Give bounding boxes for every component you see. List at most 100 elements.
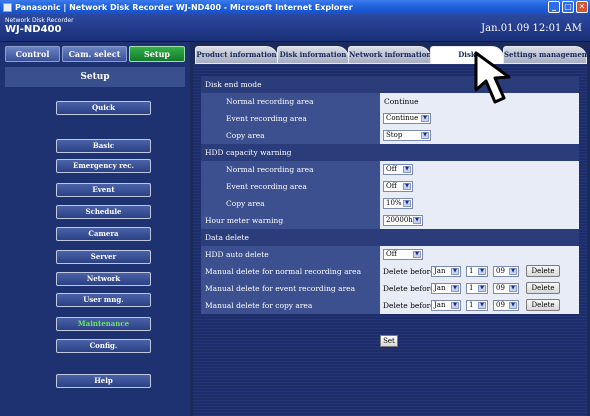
hdd-copy-select[interactable]: 10% ▼ xyxy=(383,198,413,209)
set-button[interactable]: Set xyxy=(380,335,398,347)
row-hdd-auto-delete: HDD auto delete Off ▼ xyxy=(201,246,579,263)
nav-emergency-rec-button[interactable]: Emergency rec. xyxy=(56,159,151,173)
select-value: 09 xyxy=(496,267,505,275)
value-cell: Delete before Jan ▼ 1 ▼ 09 ▼ Delete xyxy=(380,263,579,280)
value-cell: Off ▼ xyxy=(380,161,579,178)
field-label: Manual delete for copy area xyxy=(201,297,380,314)
select-value: 20000h xyxy=(386,216,413,224)
chevron-down-icon: ▼ xyxy=(509,285,517,292)
field-label: Normal recording area xyxy=(201,93,380,110)
delete-before-label: Delete before xyxy=(383,267,435,276)
main-panel: Product information Disk information Net… xyxy=(190,42,590,416)
event-area-select[interactable]: Continue ▼ xyxy=(383,113,431,124)
field-label: Manual delete for event recording area xyxy=(201,280,380,297)
tab-cam-select[interactable]: Cam. select xyxy=(62,46,127,62)
day-select[interactable]: 1 ▼ xyxy=(466,300,488,311)
month-select[interactable]: Jan ▼ xyxy=(431,266,461,277)
row-manual-copy: Manual delete for copy area Delete befor… xyxy=(201,297,579,314)
chevron-down-icon: ▼ xyxy=(421,115,429,122)
nav-camera-button[interactable]: Camera xyxy=(56,227,151,241)
day-select[interactable]: 1 ▼ xyxy=(466,283,488,294)
hdd-normal-select[interactable]: Off ▼ xyxy=(383,164,413,175)
chevron-down-icon: ▼ xyxy=(451,268,459,275)
chevron-down-icon: ▼ xyxy=(451,302,459,309)
select-value: 10% xyxy=(386,199,402,207)
row-event-area: Event recording area Continue ▼ xyxy=(201,110,579,127)
nav-basic-button[interactable]: Basic xyxy=(56,139,151,153)
chevron-down-icon: ▼ xyxy=(421,132,429,139)
tab-product-information[interactable]: Product information xyxy=(195,46,278,64)
year-select[interactable]: 09 ▼ xyxy=(493,266,519,277)
delete-event-button[interactable]: Delete xyxy=(526,282,560,294)
nav-user-mng-button[interactable]: User mng. xyxy=(56,293,151,307)
maintenance-tabs: Product information Disk information Net… xyxy=(193,46,590,66)
value-cell: 20000h ▼ xyxy=(380,212,579,229)
month-select[interactable]: Jan ▼ xyxy=(431,300,461,311)
field-label: Copy area xyxy=(201,195,380,212)
app-header: Network Disk Recorder WJ-ND400 Jan.01.09… xyxy=(0,14,590,42)
row-hdd-normal: Normal recording area Off ▼ xyxy=(201,161,579,178)
tab-disk-information[interactable]: Disk information xyxy=(277,46,349,64)
nav-schedule-button[interactable]: Schedule xyxy=(56,205,151,219)
value-cell: Stop ▼ xyxy=(380,127,579,144)
select-value: 1 xyxy=(469,284,474,292)
value-cell: Continue ▼ xyxy=(380,110,579,127)
mouse-pointer-icon xyxy=(474,51,511,104)
nav-help-button[interactable]: Help xyxy=(56,374,151,388)
value-cell: Delete before Jan ▼ 1 ▼ 09 ▼ Delete xyxy=(380,297,579,314)
year-select[interactable]: 09 ▼ xyxy=(493,300,519,311)
model-name: WJ-ND400 xyxy=(5,24,62,35)
datetime-display: Jan.01.09 12:01 AM xyxy=(481,23,582,34)
minimize-button[interactable]: _ xyxy=(548,1,560,13)
select-value: Jan xyxy=(434,284,446,292)
setup-heading: Setup xyxy=(5,67,185,87)
nav-event-button[interactable]: Event xyxy=(56,183,151,197)
field-label: HDD auto delete xyxy=(201,246,380,263)
left-panel: Control Cam. select Setup Setup Quick Ba… xyxy=(0,42,190,416)
delete-copy-button[interactable]: Delete xyxy=(526,299,560,311)
nav-config-button[interactable]: Config. xyxy=(56,339,151,353)
disk-settings-content: Disk end mode Normal recording area Cont… xyxy=(193,64,587,416)
hour-meter-select[interactable]: 20000h ▼ xyxy=(383,215,423,226)
field-label: Hour meter warning xyxy=(201,212,380,229)
row-manual-normal: Manual delete for normal recording area … xyxy=(201,263,579,280)
hdd-auto-delete-select[interactable]: Off ▼ xyxy=(383,249,423,260)
row-hdd-copy: Copy area 10% ▼ xyxy=(201,195,579,212)
nav-network-button[interactable]: Network xyxy=(56,272,151,286)
close-button[interactable]: ✕ xyxy=(576,1,588,13)
nav-maintenance-button[interactable]: Maintenance xyxy=(56,317,151,331)
nav-quick-button[interactable]: Quick xyxy=(56,101,151,115)
select-value: Continue xyxy=(386,114,419,122)
chevron-down-icon: ▼ xyxy=(413,217,421,224)
month-select[interactable]: Jan ▼ xyxy=(431,283,461,294)
copy-area-select[interactable]: Stop ▼ xyxy=(383,130,431,141)
section-label: HDD capacity warning xyxy=(201,144,579,161)
select-value: Off xyxy=(386,165,397,173)
chevron-down-icon: ▼ xyxy=(509,268,517,275)
hdd-event-select[interactable]: Off ▼ xyxy=(383,181,413,192)
product-line: Network Disk Recorder xyxy=(5,17,74,24)
day-select[interactable]: 1 ▼ xyxy=(466,266,488,277)
select-value: 09 xyxy=(496,301,505,309)
tab-network-information[interactable]: Network information xyxy=(348,46,431,64)
tab-control[interactable]: Control xyxy=(5,46,60,62)
section-hdd-capacity-warning: HDD capacity warning xyxy=(201,144,579,161)
field-label: Event recording area xyxy=(201,178,380,195)
chevron-down-icon: ▼ xyxy=(509,302,517,309)
chevron-down-icon: ▼ xyxy=(403,183,411,190)
select-value: Off xyxy=(386,182,397,190)
nav-server-button[interactable]: Server xyxy=(56,250,151,264)
value-cell: 10% ▼ xyxy=(380,195,579,212)
maximize-button[interactable]: □ xyxy=(562,1,574,13)
select-value: 1 xyxy=(469,301,474,309)
year-select[interactable]: 09 ▼ xyxy=(493,283,519,294)
tab-setup[interactable]: Setup xyxy=(129,46,185,62)
select-value: Off xyxy=(386,250,397,258)
row-copy-area: Copy area Stop ▼ xyxy=(201,127,579,144)
delete-before-label: Delete before xyxy=(383,301,435,310)
chevron-down-icon: ▼ xyxy=(403,166,411,173)
delete-normal-button[interactable]: Delete xyxy=(526,265,560,277)
select-value: Stop xyxy=(386,131,403,139)
section-data-delete: Data delete xyxy=(201,229,579,246)
window-title: Panasonic | Network Disk Recorder WJ-ND4… xyxy=(15,2,353,12)
